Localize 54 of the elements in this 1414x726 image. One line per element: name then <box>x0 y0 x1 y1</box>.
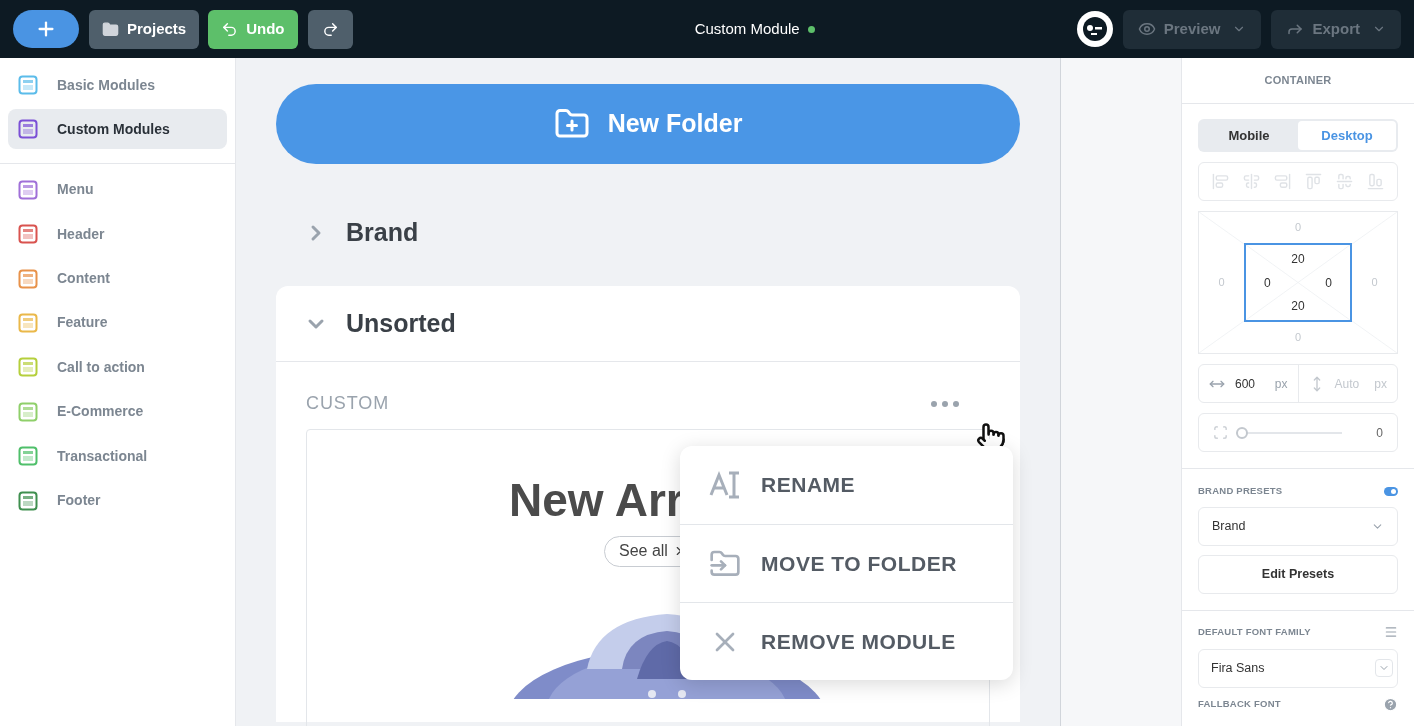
edit-presets-button[interactable]: Edit Presets <box>1198 555 1398 595</box>
panel-title: CONTAINER <box>1264 73 1332 89</box>
action-option[interactable]: MOVE TO FOLDER <box>680 524 1013 602</box>
corner-radius-icon <box>1213 425 1228 440</box>
section-label: BRAND PRESETS <box>1198 484 1283 498</box>
align-icon[interactable] <box>1212 173 1229 190</box>
add-button[interactable] <box>13 10 79 48</box>
sidebar-item[interactable]: Basic Modules <box>8 65 227 105</box>
folder-row[interactable]: Brand <box>276 194 1020 272</box>
device-tab[interactable]: Desktop <box>1298 121 1396 150</box>
sidebar-item[interactable]: Transactional <box>8 436 227 477</box>
sidebar-item[interactable]: Menu <box>8 169 227 210</box>
folder-row[interactable]: Unsorted <box>276 286 1020 362</box>
text-cursor-icon <box>709 469 741 501</box>
section-label: DEFAULT FONT FAMILY <box>1198 625 1311 640</box>
sidebar-item[interactable]: Footer <box>8 480 227 521</box>
new-folder-button[interactable]: New Folder <box>276 84 1020 164</box>
folder-icon <box>102 20 119 38</box>
undo-button[interactable]: Undo <box>208 9 298 49</box>
undo-icon <box>221 20 239 38</box>
radius-value: 0 <box>1376 424 1383 442</box>
sidebar-item[interactable]: Header <box>8 214 227 255</box>
eye-icon <box>1137 20 1156 38</box>
brand-presets-toggle[interactable] <box>1384 486 1398 496</box>
align-icon[interactable] <box>1336 173 1353 190</box>
section-label: CUSTOM <box>306 392 390 415</box>
sidebar-item[interactable]: Content <box>8 258 227 299</box>
sidebar-item[interactable]: Feature <box>8 302 227 343</box>
sidebar-item[interactable]: E-Commerce <box>8 391 227 432</box>
device-tab[interactable]: Mobile <box>1200 121 1298 150</box>
padding-value[interactable]: 20 <box>1291 250 1305 268</box>
help-icon[interactable] <box>1383 696 1398 712</box>
preset-select[interactable]: Brand <box>1198 507 1398 547</box>
redo-icon <box>321 20 339 38</box>
document-title: Custom Module <box>694 18 800 39</box>
font-select[interactable]: Fira Sans <box>1198 648 1398 688</box>
radius-slider[interactable] <box>1236 426 1343 439</box>
projects-button[interactable]: Projects <box>89 9 200 49</box>
sidebar-item[interactable]: Call to action <box>8 347 227 388</box>
sidebar-item[interactable]: Custom Modules <box>8 109 227 150</box>
redo-button[interactable] <box>307 9 353 49</box>
avatar-icon[interactable] <box>1076 11 1113 47</box>
action-option[interactable]: REMOVE MODULE <box>680 602 1013 680</box>
section-label: FALLBACK FONT <box>1198 696 1281 711</box>
align-icon[interactable] <box>1367 173 1384 190</box>
padding-value[interactable]: 0 <box>1325 273 1332 292</box>
align-icon[interactable] <box>1243 173 1260 190</box>
padding-value[interactable]: 0 <box>1264 273 1271 292</box>
align-icon[interactable] <box>1274 173 1291 190</box>
list-icon[interactable] <box>1384 625 1398 640</box>
padding-value[interactable]: 20 <box>1291 297 1305 315</box>
slider-thumb[interactable] <box>1236 426 1248 439</box>
align-icon[interactable] <box>1305 173 1322 190</box>
more-icon[interactable] <box>930 399 960 408</box>
